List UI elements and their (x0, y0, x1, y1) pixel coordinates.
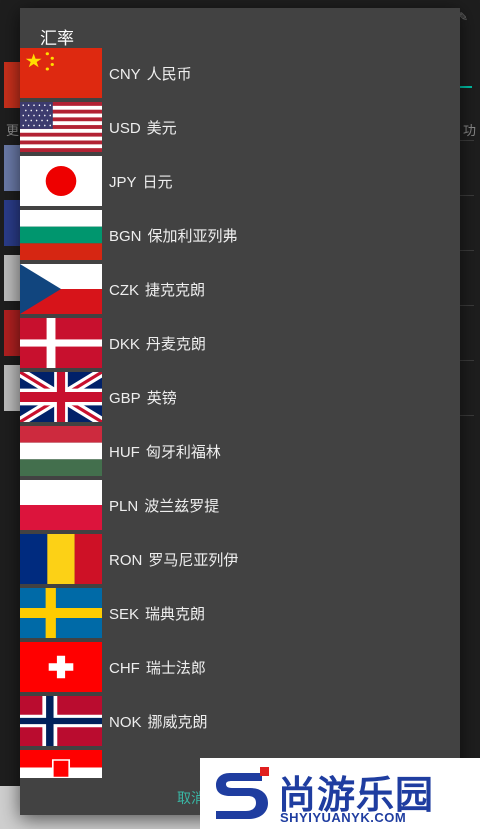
currency-item-chf[interactable]: CHF 瑞士法郎 (20, 642, 460, 692)
dialog-title: 汇率 (40, 29, 74, 48)
currency-code: USD (109, 119, 141, 137)
currency-item-usd[interactable]: USD 美元 (20, 102, 460, 152)
currency-code: BGN (109, 227, 142, 245)
uk-flag-icon (20, 372, 102, 422)
hungary-flag-icon (20, 426, 102, 476)
currency-item-bgn[interactable]: BGN 保加利亚列弗 (20, 210, 460, 260)
poland-flag-icon (20, 480, 102, 530)
currency-name: 丹麦克朗 (145, 335, 206, 353)
china-flag-icon (20, 48, 102, 98)
bulgaria-flag-icon (20, 210, 102, 260)
currency-code: HUF (109, 443, 140, 461)
currency-name: 美元 (146, 119, 177, 137)
background-text: 功 (462, 123, 476, 138)
watermark-url: SHYIYUANYK.COM (280, 810, 407, 825)
currency-code: PLN (109, 497, 139, 515)
czech-flag-icon (20, 264, 102, 314)
currency-name: 瑞士法郎 (145, 659, 206, 677)
currency-item-sek[interactable]: SEK 瑞典克朗 (20, 588, 460, 638)
divider (460, 195, 474, 196)
currency-item-czk[interactable]: CZK 捷克克朗 (20, 264, 460, 314)
currency-name: 波兰兹罗提 (144, 497, 220, 515)
currency-code: GBP (109, 389, 141, 407)
currency-item-dkk[interactable]: DKK 丹麦克朗 (20, 318, 460, 368)
currency-item-cny[interactable]: CNY 人民币 (20, 48, 460, 98)
divider (460, 360, 474, 361)
divider (460, 250, 474, 251)
currency-item-gbp[interactable]: GBP 英镑 (20, 372, 460, 422)
divider (460, 140, 474, 141)
currency-name: 捷克克朗 (145, 281, 206, 299)
norway-flag-icon (20, 696, 102, 746)
currency-name: 罗马尼亚列伊 (148, 551, 239, 569)
divider (460, 415, 474, 416)
currency-code: NOK (109, 713, 142, 731)
currency-item-jpy[interactable]: JPY 日元 (20, 156, 460, 206)
currency-item-pln[interactable]: PLN 波兰兹罗提 (20, 480, 460, 530)
currency-code: SEK (109, 605, 140, 623)
currency-name: 瑞典克朗 (145, 605, 206, 623)
japan-flag-icon (20, 156, 102, 206)
currency-name: 人民币 (146, 65, 192, 83)
currency-code: CHF (109, 659, 140, 677)
watermark-logo-icon (216, 767, 269, 819)
currency-item-ron[interactable]: RON 罗马尼亚列伊 (20, 534, 460, 584)
currency-code: JPY (109, 173, 137, 191)
currency-code: RON (109, 551, 143, 569)
romania-flag-icon (20, 534, 102, 584)
currency-name: 英镑 (146, 389, 177, 407)
croatia-flag-icon (20, 750, 102, 778)
currency-list[interactable]: CNY 人民币 USD 美元 JPY 日元 BGN 保加利亚列弗 CZK 捷克克… (20, 48, 460, 778)
switzerland-flag-icon (20, 642, 102, 692)
currency-item-nok[interactable]: NOK 挪威克朗 (20, 696, 460, 746)
currency-name: 保加利亚列弗 (147, 227, 238, 245)
currency-picker-dialog: 汇率 CNY 人民币 USD 美元 JPY 日元 BGN 保加利亚列弗 CZK … (20, 8, 460, 815)
currency-item-huf[interactable]: HUF 匈牙利福林 (20, 426, 460, 476)
currency-name: 匈牙利福林 (145, 443, 221, 461)
background-text: 更 (6, 123, 20, 138)
denmark-flag-icon (20, 318, 102, 368)
sweden-flag-icon (20, 588, 102, 638)
currency-name: 挪威克朗 (147, 713, 208, 731)
currency-code: DKK (109, 335, 140, 353)
currency-code: CNY (109, 65, 141, 83)
watermark: 尚游乐园 SHYIYUANYK.COM (200, 758, 480, 829)
divider (460, 305, 474, 306)
background-tab-indicator (460, 86, 472, 88)
currency-code: CZK (109, 281, 139, 299)
currency-name: 日元 (142, 173, 173, 191)
usa-flag-icon (20, 102, 102, 152)
